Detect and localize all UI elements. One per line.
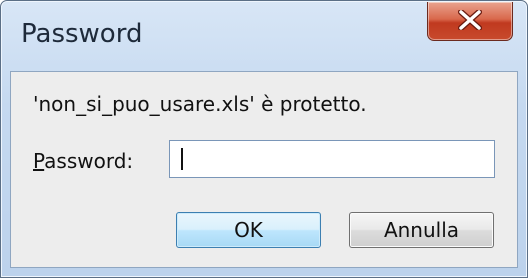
password-dialog-window: Password 'non_si_puo_usare.xls' è protet… — [0, 0, 528, 278]
cancel-button[interactable]: Annulla — [349, 212, 494, 248]
ok-button[interactable]: OK — [176, 212, 321, 248]
password-input[interactable] — [169, 140, 495, 178]
close-icon — [458, 10, 482, 30]
dialog-body: 'non_si_puo_usare.xls' è protetto. Passw… — [10, 71, 518, 268]
title-bar[interactable]: Password — [1, 1, 527, 71]
window-title: Password — [21, 19, 143, 49]
password-label: Password: — [33, 149, 133, 173]
close-button[interactable] — [427, 2, 513, 41]
password-label-text: assword: — [44, 149, 134, 173]
protected-file-message: 'non_si_puo_usare.xls' è protetto. — [33, 92, 367, 116]
text-caret — [181, 148, 183, 170]
password-label-accelerator: P — [33, 149, 45, 173]
